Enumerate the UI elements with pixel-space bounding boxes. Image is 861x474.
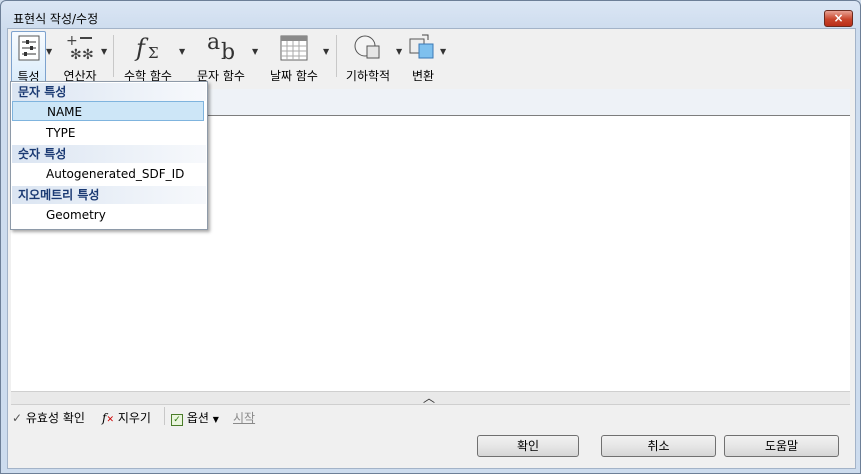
property-item-type[interactable]: TYPE [12,123,204,143]
ok-button[interactable]: 확인 [477,435,579,457]
toolbar-separator [336,35,337,77]
geometry-functions-label: 기하학적 [345,69,391,83]
geometry-shapes-icon [354,35,380,59]
property-item-sdf-id[interactable]: Autogenerated_SDF_ID [12,164,204,184]
chevron-down-icon[interactable]: ▼ [252,47,258,56]
date-functions-label: 날짜 함수 [270,69,318,83]
chevron-down-icon[interactable]: ▼ [323,47,329,56]
convert-button[interactable]: 변환 [405,31,441,83]
chevron-down-icon[interactable]: ▼ [46,47,52,56]
geometry-properties-header: 지오메트리 특성 [12,186,206,204]
help-button[interactable]: 도움말 [724,435,839,457]
close-button[interactable]: × [824,10,853,27]
svg-text:b: b [221,40,235,63]
chevron-down-icon[interactable]: ▼ [179,47,185,56]
properties-button[interactable]: 특성 [11,31,46,85]
validate-button[interactable]: ✓ 유효성 확인 [12,409,85,426]
svg-text:✻: ✻ [70,47,82,63]
string-properties-header: 문자 특성 [12,83,206,101]
window-title: 표현식 작성/수정 [13,12,99,26]
math-functions-button[interactable]: f Σ 수학 함수 [118,31,178,83]
svg-text:Σ: Σ [148,44,159,62]
calendar-icon [280,35,308,61]
options-button[interactable]: ✓ 옵션 ▼ [171,409,219,426]
operators-icon: + ✻ ✻ [66,33,94,63]
operators-button[interactable]: + ✻ ✻ 연산자 [58,31,102,83]
property-item-geometry[interactable]: Geometry [12,205,204,225]
clear-function-icon: f✕ [102,411,114,425]
date-functions-button[interactable]: 날짜 함수 [263,31,325,83]
convert-label: 변환 [411,69,435,83]
cancel-button[interactable]: 취소 [601,435,716,457]
start-link[interactable]: 시작 [233,409,255,426]
function-sigma-icon: f Σ [134,34,159,62]
clear-label: 지우기 [117,411,151,425]
toolbar-separator [113,35,114,77]
bottom-toolbar: ✓ 유효성 확인 f✕ 지우기 ✓ 옵션 ▼ 시작 [8,405,855,427]
validate-label: 유효성 확인 [25,411,85,425]
svg-text:✻: ✻ [82,47,94,63]
properties-dropdown: 문자 특성 NAME TYPE 숫자 특성 Autogenerated_SDF_… [10,81,208,230]
number-properties-header: 숫자 특성 [12,145,206,163]
panel-splitter[interactable]: ︿ [11,391,850,405]
expression-dialog: 표현식 작성/수정 × 특성 ▼ + ✻ ✻ 연산자 ▼ f Σ 수학 함수 ▼… [0,0,861,474]
svg-text:a: a [207,31,220,55]
properties-icon [18,35,39,61]
chevron-down-icon[interactable]: ▼ [396,47,402,56]
chevron-down-icon: ▼ [212,415,219,424]
chevron-down-icon[interactable]: ▼ [440,47,446,56]
text-ab-icon: a b [207,31,235,63]
options-label: 옵션 [186,411,209,425]
toolbar-separator [164,407,165,425]
svg-text:f: f [134,34,149,62]
checkbox-icon: ✓ [171,414,183,426]
checkmark-icon: ✓ [12,411,23,425]
chevron-up-icon[interactable]: ︿ [423,389,435,406]
chevron-down-icon[interactable]: ▼ [101,47,107,56]
property-item-name[interactable]: NAME [12,101,204,121]
clear-button[interactable]: f✕ 지우기 [102,409,151,426]
convert-cubes-icon [409,34,434,59]
string-functions-button[interactable]: a b 문자 함수 [190,31,252,83]
geometry-functions-button[interactable]: 기하학적 [341,31,395,83]
toolbar: 특성 ▼ + ✻ ✻ 연산자 ▼ f Σ 수학 함수 ▼ a b 문자 함수 ▼… [8,29,855,85]
